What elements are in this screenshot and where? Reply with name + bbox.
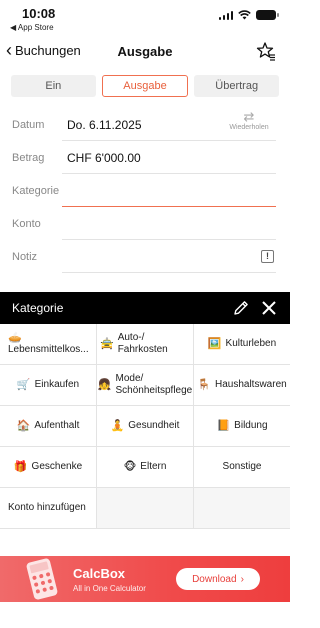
divider (62, 272, 276, 273)
note-info-icon[interactable]: ! (261, 250, 274, 263)
transaction-type-tabs: Ein Ausgabe Übertrag (11, 75, 280, 97)
category-item-einkaufen[interactable]: 🛒 Einkaufen (0, 365, 97, 406)
pie-icon: 🥧 (8, 332, 22, 344)
chevron-left-icon: ‹ (6, 40, 12, 60)
category-item-aufenthalt[interactable]: 🏠 Aufenthalt (0, 406, 97, 447)
empty-cell (194, 488, 290, 529)
amount-row[interactable]: Betrag CHF 6'000.00 (0, 141, 290, 174)
category-item-label: Haushaltswaren (214, 379, 287, 390)
category-item-auto-fahrkosten[interactable]: 🚖 Auto-/ Fahrkosten (97, 324, 194, 365)
status-icons (218, 10, 279, 20)
date-label: Datum (12, 119, 45, 131)
edit-pencil-icon[interactable] (232, 299, 250, 317)
empty-cell (97, 488, 194, 529)
shopping-cart-icon: 🛒 (16, 379, 31, 391)
tab-transfer[interactable]: Übertrag (194, 75, 280, 97)
repeat-icon: ⇄ (243, 109, 255, 124)
ad-banner[interactable]: CalcBox All in One Calculator Download › (0, 556, 290, 602)
taxi-icon: 🚖 (100, 338, 114, 350)
category-item-geschenke[interactable]: 🎁 Geschenke (0, 447, 97, 488)
category-item-gesundheit[interactable]: 🧘 Gesundheit (97, 406, 194, 447)
yoga-icon: 🧘 (110, 420, 125, 432)
category-item-haushaltswaren[interactable]: 🪑 Haushaltswaren (194, 365, 290, 406)
category-label: Kategorie (12, 185, 60, 197)
ad-app-name: CalcBox (73, 566, 126, 581)
category-item-label: Auto-/ Fahrkosten (117, 332, 168, 355)
battery-icon (256, 10, 279, 20)
book-icon: 📙 (216, 420, 231, 432)
category-item-label: Gesundheit (128, 420, 180, 431)
ad-subtitle: All in One Calculator (73, 584, 146, 593)
ad-download-button[interactable]: Download › (176, 568, 260, 590)
category-panel-header: Kategorie (0, 292, 290, 324)
status-time: 10:08 (22, 6, 56, 21)
repeat-label: Wiederholen (229, 124, 269, 131)
tab-expense[interactable]: Ausgabe (101, 75, 189, 97)
navigation-bar: ‹ Buchungen Ausgabe (0, 36, 290, 68)
amount-label: Betrag (12, 152, 45, 164)
category-item-label: Aufenthalt (34, 420, 80, 431)
category-item-label: Mode/ Schönheitspflege (115, 373, 193, 396)
category-item-mode-schoenheitspflege[interactable]: 👧 Mode/ Schönheitspflege (97, 365, 194, 406)
add-account-button[interactable]: Konto hinzufügen (0, 488, 97, 529)
category-item-lebensmittelkosten[interactable]: 🥧 Lebensmittelkos... (0, 324, 97, 365)
date-value[interactable]: Do. 6.11.2025 (67, 118, 142, 132)
category-row[interactable]: Kategorie (0, 174, 290, 207)
monkey-icon: 🐵 (123, 461, 137, 473)
status-bar: 10:08 ◀ App Store (0, 0, 290, 36)
category-item-label: Geschenke (31, 461, 83, 472)
tab-income[interactable]: Ein (11, 75, 96, 97)
amount-value[interactable]: CHF 6'000.00 (67, 151, 141, 165)
house-icon: 🏠 (16, 420, 31, 432)
calculator-app-icon (25, 557, 59, 601)
chair-icon: 🪑 (197, 379, 211, 391)
note-row[interactable]: Notiz ! (0, 240, 290, 273)
ad-download-label: Download (192, 573, 237, 585)
girl-icon: 👧 (97, 379, 112, 391)
chevron-right-icon: › (240, 573, 244, 585)
back-to-app-store-link[interactable]: ◀ App Store (10, 23, 54, 32)
cellular-signal-icon (218, 10, 233, 20)
date-row[interactable]: Datum Do. 6.11.2025 ⇄ Wiederholen (0, 108, 290, 141)
back-button-label: Buchungen (15, 42, 81, 58)
category-item-sonstige[interactable]: Sonstige (194, 447, 290, 488)
category-item-label: Lebensmittelkos... (8, 344, 89, 355)
category-item-bildung[interactable]: 📙 Bildung (194, 406, 290, 447)
repeat-button[interactable]: ⇄ Wiederholen (224, 109, 274, 132)
category-item-label: Eltern (140, 461, 167, 472)
favorite-star-list-icon[interactable] (256, 41, 276, 61)
note-label: Notiz (12, 251, 38, 263)
category-item-label: Kulturleben (225, 338, 277, 349)
add-account-label: Konto hinzufügen (8, 502, 86, 513)
category-item-eltern[interactable]: 🐵 Eltern (97, 447, 194, 488)
category-panel-title: Kategorie (12, 301, 64, 315)
close-icon[interactable] (261, 300, 277, 316)
category-grid: 🥧 Lebensmittelkos... 🚖 Auto-/ Fahrkosten… (0, 324, 290, 529)
framed-picture-icon: 🖼️ (207, 338, 222, 350)
account-label: Konto (12, 218, 41, 230)
back-button[interactable]: ‹ Buchungen (6, 40, 81, 60)
category-item-kulturleben[interactable]: 🖼️ Kulturleben (194, 324, 290, 365)
category-item-label: Sonstige (222, 461, 262, 472)
wifi-icon (238, 10, 251, 20)
gift-icon: 🎁 (13, 461, 28, 473)
category-item-label: Bildung (234, 420, 268, 431)
category-item-label: Einkaufen (34, 379, 80, 390)
account-row[interactable]: Konto (0, 207, 290, 240)
